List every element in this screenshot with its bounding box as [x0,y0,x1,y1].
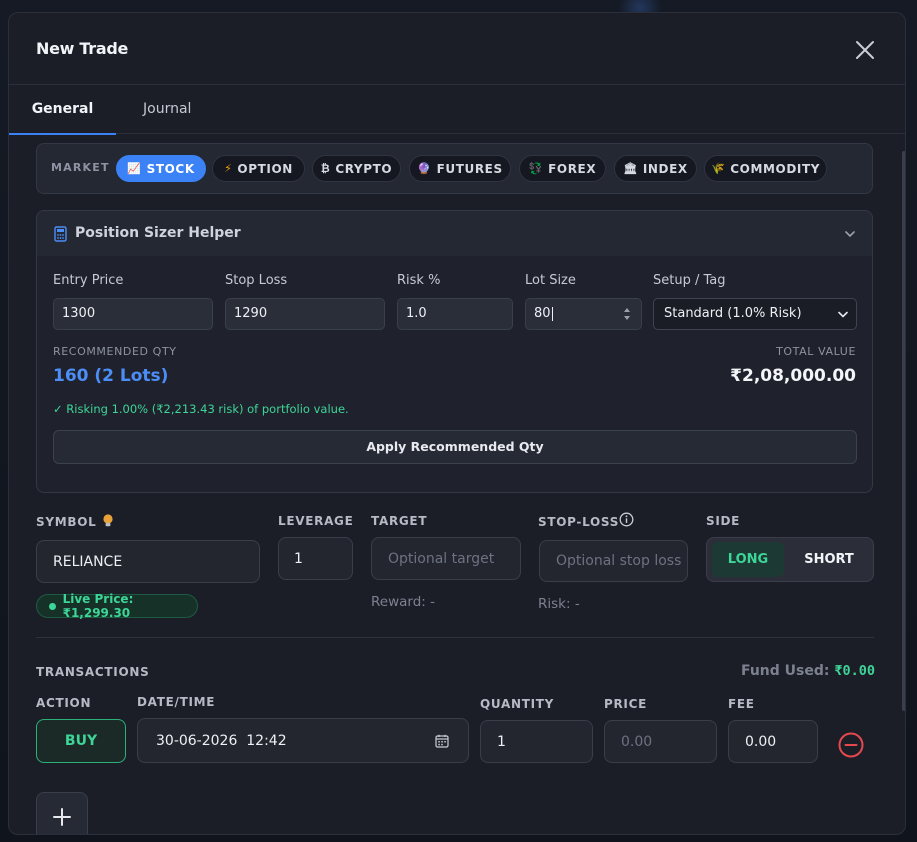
position-sizer-toggle[interactable]: Position Sizer Helper [36,210,873,257]
market-crypto-button[interactable]: ₿ CRYPTO [312,155,401,182]
chevron-down-icon [838,311,848,318]
tab-general[interactable]: General [9,85,116,135]
risk-text: Risk: - [538,596,580,612]
calendar-icon[interactable] [435,734,449,748]
section-divider [36,637,874,638]
market-label: MARKET [51,161,110,174]
modal-title: New Trade [36,39,129,58]
side-long-button[interactable]: LONG [712,542,784,577]
col-fee-label: FEE [728,697,755,711]
modal-content: MARKET 📈 STOCK ⚡ OPTION ₿ CRYPTO 🔮 FUTUR… [9,135,899,834]
entry-price-label: Entry Price [53,273,124,288]
stop-loss-field-input[interactable]: Optional stop loss [539,540,688,582]
plus-icon [53,808,71,826]
fund-used: Fund Used: ₹0.00 [741,663,875,679]
setup-tag-value: Standard (1.0% Risk) [664,306,802,321]
market-index-button[interactable]: 🏛 INDEX [614,155,697,182]
close-button[interactable] [853,38,877,62]
position-sizer-title: Position Sizer Helper [75,225,241,241]
info-icon[interactable] [619,512,634,527]
side-toggle: LONG SHORT [706,537,874,582]
datetime-value: 30-06-2026 12:42 [156,732,287,749]
setup-tag-label: Setup / Tag [653,273,726,288]
market-option-label: CRYPTO [335,161,393,176]
col-datetime-label: DATE/TIME [137,695,216,709]
text-cursor [551,306,553,321]
live-price-text: Live Price: ₹1,299.30 [62,592,134,620]
action-buy-button[interactable]: BUY [36,719,126,763]
fund-used-label: Fund Used: [740,663,830,679]
wheat-icon: 🌾 [710,162,726,175]
recommended-qty-value: 160 (2 Lots) [53,366,169,386]
fee-input[interactable]: 0.00 [728,720,818,763]
transactions-title: TRANSACTIONS [36,665,150,679]
reward-text: Reward: - [371,594,435,610]
symbol-input[interactable]: RELIANCE [36,540,260,583]
apply-recommended-qty-button[interactable]: Apply Recommended Qty [53,430,857,464]
bank-icon: 🏛 [623,162,638,175]
stepper-arrows-icon[interactable] [623,307,631,321]
lot-size-label: Lot Size [525,273,576,288]
stop-loss-field-label: STOP-LOSS [538,515,620,529]
col-action-label: ACTION [36,696,92,710]
modal-header: New Trade [9,13,905,85]
stop-loss-label: Stop Loss [225,273,288,288]
tab-journal[interactable]: Journal [143,85,191,134]
side-short-button[interactable]: SHORT [789,542,869,577]
modal-tabs: General Journal [9,85,905,135]
datetime-input[interactable]: 30-06-2026 12:42 [137,718,469,763]
total-value: ₹2,08,000.00 [730,366,856,386]
market-option-label: STOCK [146,161,195,176]
target-label: TARGET [371,514,428,528]
target-input[interactable]: Optional target [371,537,521,580]
setup-tag-select[interactable]: Standard (1.0% Risk) [653,298,857,330]
scrollbar-thumb[interactable] [902,151,905,711]
leverage-label: LEVERAGE [278,514,354,528]
lightning-icon: ⚡ [224,162,233,175]
crystal-ball-icon: 🔮 [417,162,432,175]
chart-icon: 📈 [127,162,142,175]
bitcoin-icon: ₿ [320,162,331,175]
lot-size-value: 80 [534,306,551,321]
lot-size-input[interactable]: 80 [525,298,642,330]
quantity-input[interactable]: 1 [480,720,593,763]
market-option-label: FOREX [548,161,597,176]
close-icon [856,41,874,59]
leverage-input[interactable]: 1 [278,537,353,580]
chevron-down-icon [845,231,855,238]
position-sizer-panel: Entry Price 1300 Stop Loss 1290 Risk % 1… [36,256,873,493]
live-dot-icon [49,602,56,610]
stop-loss-input[interactable]: 1290 [225,298,385,330]
market-option-label: OPTION [237,161,293,176]
remove-transaction-button[interactable] [837,731,865,759]
lightbulb-icon[interactable] [102,513,114,529]
market-option-label: FUTURES [436,161,503,176]
fund-used-value: ₹0.00 [834,663,875,679]
price-input[interactable]: 0.00 [604,720,717,763]
exchange-icon: 💱 [528,162,544,175]
risk-percent-label: Risk % [397,273,441,288]
symbol-label: SYMBOL [36,515,97,529]
entry-price-input[interactable]: 1300 [53,298,213,330]
total-value-label: TOTAL VALUE [776,345,856,358]
risk-percent-input[interactable]: 1.0 [397,298,513,330]
live-price-badge: Live Price: ₹1,299.30 [36,592,198,620]
recommended-qty-label: RECOMMENDED QTY [53,345,177,358]
minus-circle-icon [838,732,864,758]
add-transaction-button[interactable] [36,792,88,834]
new-trade-modal: New Trade General Journal MARKET 📈 STOCK… [8,12,906,835]
market-forex-button[interactable]: 💱 FOREX [519,155,606,182]
calculator-icon [54,226,67,242]
market-option-label: INDEX [642,161,688,176]
market-option-button[interactable]: ⚡ OPTION [212,155,305,182]
market-stock-button[interactable]: 📈 STOCK [116,155,206,182]
market-commodity-button[interactable]: 🌾 COMMODITY [704,155,827,182]
market-option-label: COMMODITY [730,161,821,176]
market-futures-button[interactable]: 🔮 FUTURES [409,155,511,182]
risk-note: ✓ Risking 1.00% (₹2,213.43 risk) of port… [53,402,349,416]
side-label: SIDE [706,514,741,528]
market-selector: MARKET 📈 STOCK ⚡ OPTION ₿ CRYPTO 🔮 FUTUR… [36,143,873,194]
col-quantity-label: QUANTITY [480,697,555,711]
col-price-label: PRICE [604,697,648,711]
